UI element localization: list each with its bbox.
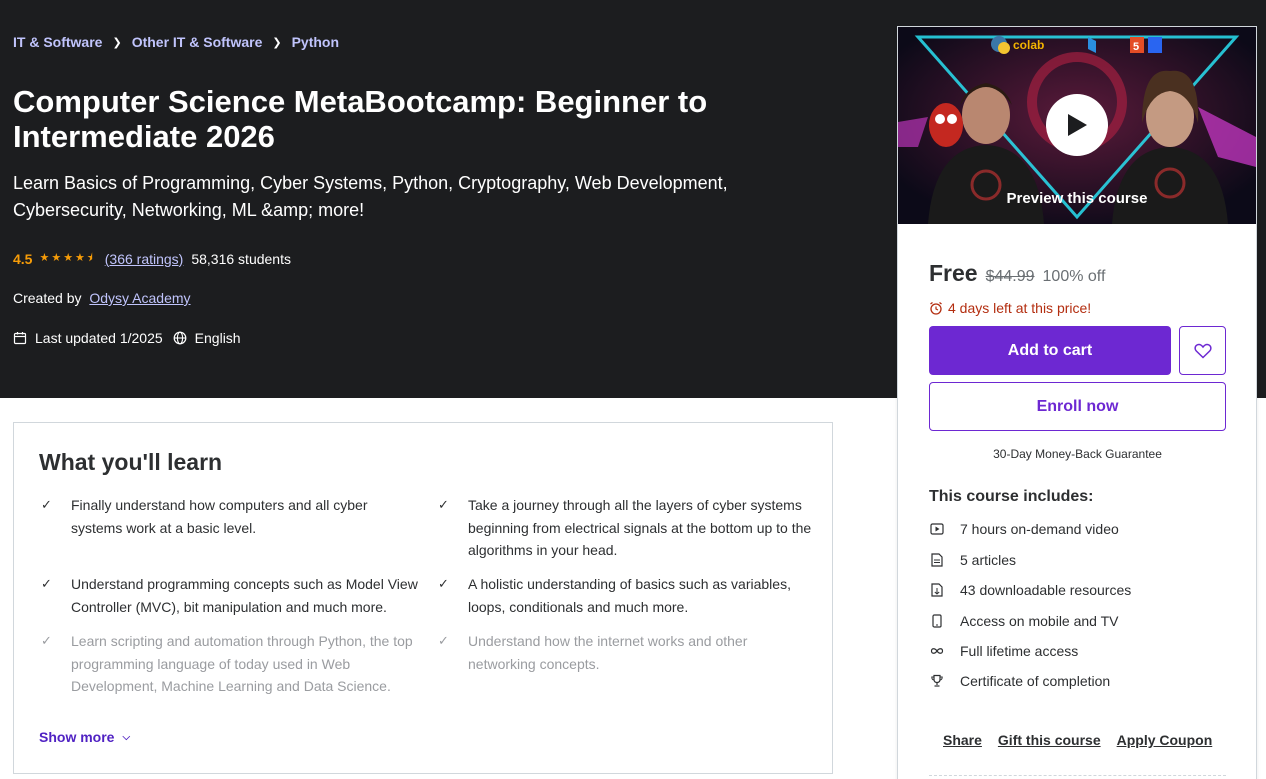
learn-item-text: Understand programming concepts such as … [71,576,418,615]
heart-icon [1193,343,1212,359]
learn-item: ✓ Understand programming concepts such a… [39,573,419,618]
course-meta: Last updated 1/2025 English [13,330,241,346]
check-icon: ✓ [438,497,449,512]
enroll-now-button[interactable]: Enroll now [929,382,1226,431]
created-by-label: Created by [13,290,82,306]
show-more-button[interactable]: Show more ⌵ [39,729,130,745]
infinity-icon [929,643,945,659]
money-back-guarantee: 30-Day Money-Back Guarantee [993,447,1162,461]
author-link[interactable]: Odysy Academy [89,290,190,306]
preview-logo-text: colab [1013,38,1044,52]
divider [929,775,1226,776]
learn-item: ✓ Finally understand how computers and a… [39,494,399,539]
globe-icon [173,331,187,345]
star-rating-icon: ★★★★⯨ [39,252,95,264]
course-subtitle: Learn Basics of Programming, Cyber Syste… [13,173,728,220]
include-item: Full lifetime access [929,643,1078,659]
play-button[interactable] [1046,94,1108,156]
students-count: 58,316 students [191,250,291,267]
current-price: Free [929,260,978,286]
preview-label: Preview this course [1006,190,1148,207]
breadcrumb-other-it[interactable]: Other IT & Software [132,34,263,50]
course-title: Computer Science MetaBootcamp: Beginner … [13,84,708,154]
calendar-icon [13,331,27,345]
chevron-right-icon: ❯ [272,36,282,49]
learn-item: ✓ Understand how the internet works and … [436,630,816,675]
alarm-clock-icon [929,301,943,315]
preview-badge-text: 5 [1133,41,1139,53]
trophy-icon [929,673,945,689]
price-timer: 4 days left at this price! [929,300,1091,316]
learn-item: ✓ Learn scripting and automation through… [39,630,419,698]
mobile-icon [929,613,945,629]
last-updated: Last updated 1/2025 [35,330,163,346]
article-icon [929,552,945,568]
include-text: Certificate of completion [960,673,1111,689]
include-item: 43 downloadable resources [929,582,1131,598]
check-icon: ✓ [41,497,52,512]
breadcrumb: IT & Software ❯ Other IT & Software ❯ Py… [13,34,339,50]
created-by: Created by Odysy Academy [13,290,191,306]
course-preview[interactable]: colab 5 Preview this course [898,27,1256,224]
chevron-down-icon: ⌵ [122,731,131,743]
apply-coupon-link[interactable]: Apply Coupon [1117,732,1213,748]
include-item: 7 hours on-demand video [929,521,1119,537]
include-text: Access on mobile and TV [960,613,1119,629]
check-icon: ✓ [438,633,449,648]
ratings-count-link[interactable]: (366 ratings) [105,251,184,267]
include-text: 7 hours on-demand video [960,521,1119,537]
learn-item-text: Take a journey through all the layers of… [468,497,812,558]
breadcrumb-it-software[interactable]: IT & Software [13,34,102,50]
include-text: 43 downloadable resources [960,582,1132,598]
purchase-sidebar: colab 5 Preview this course Free $44.99 … [897,26,1257,779]
course-language: English [194,330,241,346]
wishlist-button[interactable] [1179,326,1226,375]
price-row: Free $44.99 100% off [929,260,1105,287]
include-item: Certificate of completion [929,673,1110,689]
learn-heading: What you'll learn [39,449,223,475]
learn-item-text: A holistic understanding of basics such … [468,576,791,615]
include-text: 5 articles [960,552,1017,568]
chevron-right-icon: ❯ [112,36,122,49]
show-more-label: Show more [39,729,115,745]
learn-item-text: Understand how the internet works and ot… [468,633,748,672]
discount-percent: 100% off [1042,268,1106,285]
learn-item: ✓ A holistic understanding of basics suc… [436,573,816,618]
rating-value: 4.5 [13,250,33,267]
learn-item-text: Finally understand how computers and all… [71,497,368,536]
include-item: Access on mobile and TV [929,613,1119,629]
what-you-will-learn: What you'll learn ✓ Finally understand h… [13,422,833,774]
share-link[interactable]: Share [943,732,982,748]
learn-item: ✓ Take a journey through all the layers … [436,494,816,562]
add-to-cart-button[interactable]: Add to cart [929,326,1171,375]
rating-summary: 4.5 ★★★★⯨ (366 ratings) 58,316 students [13,249,291,268]
learn-item-text: Learn scripting and automation through P… [71,633,413,694]
download-icon [929,582,945,598]
sidebar-links: Share Gift this course Apply Coupon [943,732,1228,748]
include-text: Full lifetime access [960,643,1079,659]
check-icon: ✓ [41,633,52,648]
play-icon [1068,114,1087,136]
gift-course-link[interactable]: Gift this course [998,732,1101,748]
original-price: $44.99 [985,268,1035,285]
timer-text: 4 days left at this price! [948,300,1092,316]
includes-heading: This course includes: [929,488,1094,505]
breadcrumb-python[interactable]: Python [292,34,339,50]
include-item: 5 articles [929,552,1016,568]
check-icon: ✓ [438,576,449,591]
video-icon [929,521,945,537]
check-icon: ✓ [41,576,52,591]
